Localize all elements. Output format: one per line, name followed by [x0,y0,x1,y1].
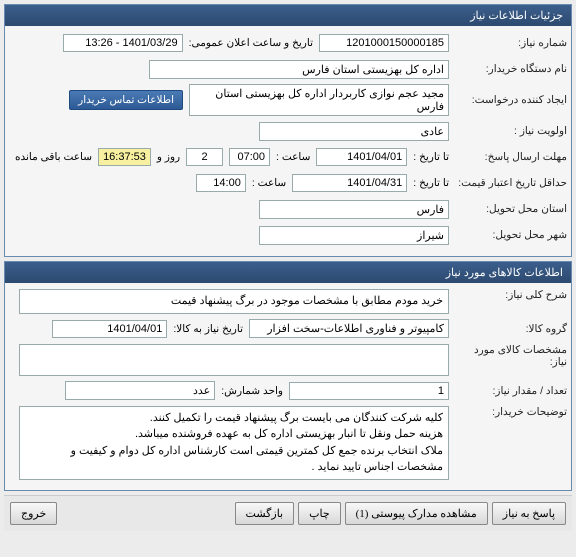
row-province: استان محل تحویل: فارس [9,198,567,220]
deadline-time-field[interactable]: 07:00 [229,148,270,166]
announce-field[interactable]: 1401/03/29 - 13:26 [63,34,183,52]
group-label: گروه کالا: [449,323,567,335]
deadline-to-label: تا تاریخ : [407,151,449,163]
validity-time-label: ساعت : [246,177,292,189]
spec-field[interactable] [19,344,449,376]
need-no-label: شماره نیاز: [449,37,567,49]
panel1-title: جزئیات اطلاعات نیاز [5,5,571,26]
row-desc: شرح کلی نیاز: خرید مودم مطابق با مشخصات … [9,289,567,314]
buyer-label: نام دستگاه خریدار: [449,63,567,75]
panel1-body: شماره نیاز: 1201000150000185 تاریخ و ساع… [5,26,571,256]
row-qty: تعداد / مقدار نیاز: 1 واحد شمارش: عدد [9,380,567,402]
need-no-field[interactable]: 1201000150000185 [319,34,449,52]
notes-label: توضیحات خریدار: [449,406,567,418]
desc-label: شرح کلی نیاز: [449,289,567,301]
row-creator: ایجاد کننده درخواست: مجید عجم نوازی کارب… [9,84,567,116]
need-details-panel: جزئیات اطلاعات نیاز شماره نیاز: 12010001… [4,4,572,257]
province-field[interactable]: فارس [259,200,449,219]
back-button[interactable]: بازگشت [235,502,295,525]
creator-field[interactable]: مجید عجم نوازی کاربردار اداره کل بهزیستی… [189,84,449,116]
province-label: استان محل تحویل: [449,203,567,215]
validity-time-field[interactable]: 14:00 [196,174,246,192]
group-field[interactable]: کامپیوتر و فناوری اطلاعات-سخت افزار [249,319,449,338]
row-group: گروه کالا: کامپیوتر و فناوری اطلاعات-سخت… [9,318,567,340]
days-count-field[interactable]: 2 [186,148,223,166]
row-need-no: شماره نیاز: 1201000150000185 تاریخ و ساع… [9,32,567,54]
remaining-time-field: 16:37:53 [98,148,151,166]
row-spec: مشخصات کالای مورد نیاز: [9,344,567,376]
deadline-label: مهلت ارسال پاسخ: [449,151,567,163]
remaining-label: ساعت باقی مانده [9,151,98,163]
deadline-time-label: ساعت : [270,151,316,163]
validity-date-field[interactable]: 1401/04/31 [292,174,407,192]
priority-label: اولویت نیاز : [449,125,567,137]
city-label: شهر محل تحویل: [449,229,567,241]
contact-buyer-button[interactable]: اطلاعات تماس خریدار [69,90,183,110]
row-deadline: مهلت ارسال پاسخ: تا تاریخ : 1401/04/01 س… [9,146,567,168]
deadline-date-field[interactable]: 1401/04/01 [316,148,407,166]
validity-label: حداقل تاریخ اعتبار قیمت: [449,177,567,190]
announce-label: تاریخ و ساعت اعلان عمومی: [183,37,319,49]
unit-label: واحد شمارش: [215,385,289,397]
goods-panel: اطلاعات کالاهای مورد نیاز شرح کلی نیاز: … [4,261,572,491]
row-priority: اولویت نیاز : عادی [9,120,567,142]
print-button[interactable]: چاپ [298,502,341,525]
city-field[interactable]: شیراز [259,226,449,245]
notes-field[interactable]: کلیه شرکت کنندگان می بایست برگ پیشنهاد ق… [19,406,449,480]
reply-button[interactable]: پاسخ به نیاز [492,502,566,525]
desc-field[interactable]: خرید مودم مطابق با مشخصات موجود در برگ پ… [19,289,449,314]
days-and-label: روز و [151,151,186,163]
row-validity: حداقل تاریخ اعتبار قیمت: تا تاریخ : 1401… [9,172,567,194]
unit-field[interactable]: عدد [65,381,215,400]
spec-label: مشخصات کالای مورد نیاز: [449,344,567,368]
need-date-field[interactable]: 1401/04/01 [52,320,167,338]
panel2-body: شرح کلی نیاز: خرید مودم مطابق با مشخصات … [5,283,571,490]
exit-button[interactable]: خروج [10,502,57,525]
footer-spacer [61,502,230,525]
priority-field[interactable]: عادی [259,122,449,141]
row-buyer: نام دستگاه خریدار: اداره کل بهزیستی استا… [9,58,567,80]
panel2-title: اطلاعات کالاهای مورد نیاز [5,262,571,283]
buyer-field[interactable]: اداره کل بهزیستی استان فارس [149,60,449,79]
qty-field[interactable]: 1 [289,382,449,400]
validity-to-label: تا تاریخ : [407,177,449,189]
qty-label: تعداد / مقدار نیاز: [449,385,567,397]
footer-bar: پاسخ به نیاز مشاهده مدارک پیوستی (1) چاپ… [4,495,572,531]
attachments-button[interactable]: مشاهده مدارک پیوستی (1) [345,502,488,525]
need-date-label: تاریخ نیاز به کالا: [167,323,249,335]
row-city: شهر محل تحویل: شیراز [9,224,567,246]
row-notes: توضیحات خریدار: کلیه شرکت کنندگان می بای… [9,406,567,480]
creator-label: ایجاد کننده درخواست: [449,94,567,106]
